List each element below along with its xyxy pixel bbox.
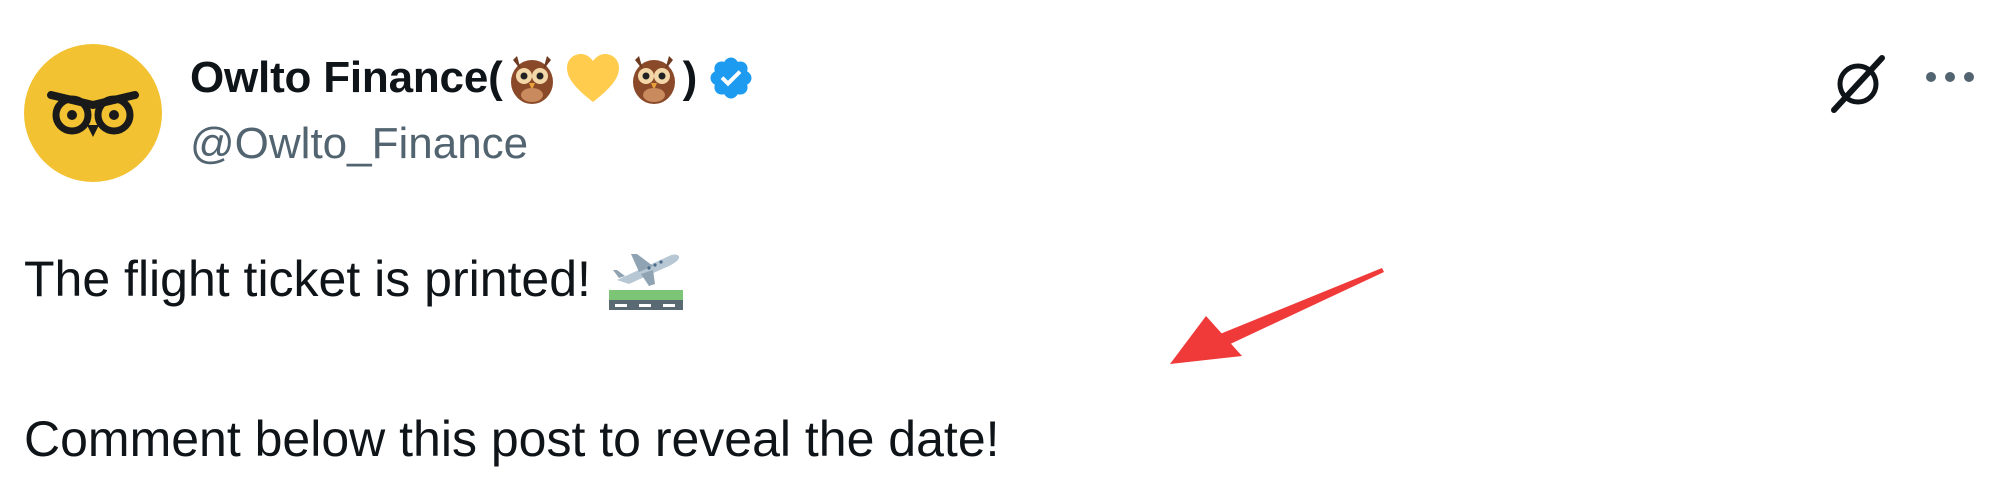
post-text-line-2: Comment below this post to reveal the da… xyxy=(24,411,1000,467)
avatar[interactable] xyxy=(24,44,162,182)
verified-badge-icon[interactable] xyxy=(707,54,755,102)
grok-icon[interactable] xyxy=(1826,52,1890,121)
post-text-line-1: The flight ticket is printed! xyxy=(24,246,683,312)
display-name[interactable]: Owlto Finance( xyxy=(190,56,503,100)
display-name-row[interactable]: Owlto Finance() xyxy=(190,46,755,110)
user-handle[interactable]: @Owlto_Finance xyxy=(190,122,528,166)
yellow-heart-emoji-icon xyxy=(565,52,621,104)
owl-emoji-icon xyxy=(629,50,679,106)
display-name-suffix[interactable]: ) xyxy=(683,56,698,100)
owl-logo-icon xyxy=(47,91,139,137)
more-options-icon[interactable] xyxy=(1924,70,1976,89)
post-card: Owlto Finance() @Owlto_Finance The flig… xyxy=(0,0,2000,503)
owl-emoji-icon xyxy=(507,50,557,106)
post-text: The flight ticket is printed! xyxy=(24,251,591,307)
airplane-departure-emoji-icon xyxy=(608,246,683,312)
annotation-arrow-icon xyxy=(1170,264,1386,377)
